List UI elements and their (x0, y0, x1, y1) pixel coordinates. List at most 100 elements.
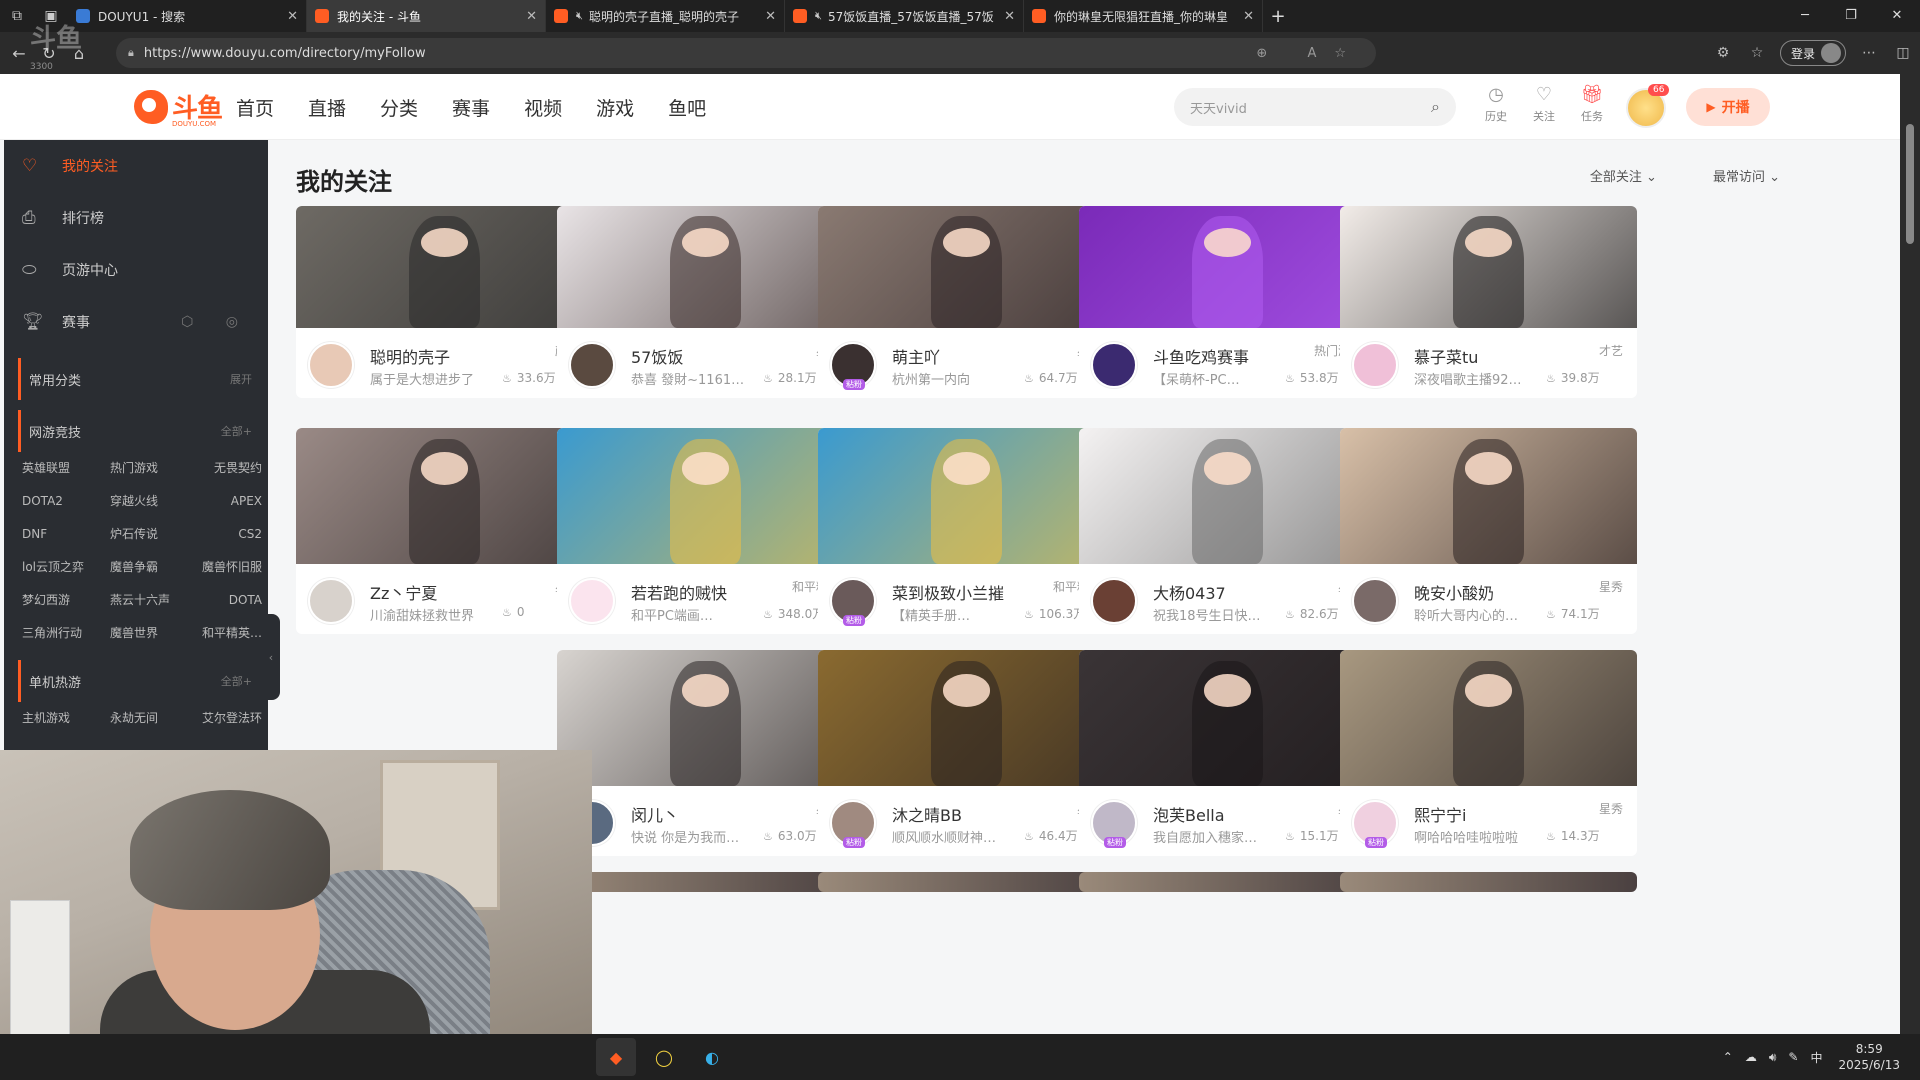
streamer-avatar[interactable] (1091, 342, 1137, 388)
filter-sort[interactable]: 最常访问 ⌄ (1685, 166, 1780, 185)
streamer-avatar[interactable] (569, 578, 615, 624)
streamer-avatar[interactable] (308, 578, 354, 624)
category-link[interactable]: 魔兽怀旧服 (186, 551, 262, 584)
streamer-name[interactable]: 熙宁宁i (1414, 802, 1466, 826)
stream-thumbnail[interactable] (296, 206, 593, 328)
category-link[interactable]: 三角洲行动 (22, 617, 110, 650)
close-tab-icon[interactable]: ✕ (526, 9, 537, 24)
category-link[interactable]: 永劫无间 (110, 702, 186, 735)
ring-app-icon[interactable]: ◯ (644, 1038, 684, 1076)
more-menu-icon[interactable]: ⋯ (1852, 45, 1886, 61)
profile-login-button[interactable]: 登录 (1779, 40, 1846, 66)
streamer-name[interactable]: 57饭饭 (631, 344, 683, 368)
streamer-name[interactable]: 沐之晴BB (892, 802, 962, 826)
category-link[interactable]: DNF (22, 518, 110, 551)
stream-thumbnail[interactable] (818, 206, 1115, 328)
stream-thumbnail[interactable] (818, 650, 1115, 786)
douyu-logo[interactable]: 斗鱼 DOUYU.COM (134, 88, 223, 128)
category-link[interactable]: 艾尔登法环 (186, 702, 262, 735)
streamer-name[interactable]: 慕子菜tu (1414, 344, 1478, 368)
douyu-app-icon[interactable]: ◆ (596, 1038, 636, 1076)
streamer-avatar[interactable] (308, 342, 354, 388)
close-tab-icon[interactable]: ✕ (1004, 9, 1015, 24)
header-history-button[interactable]: ◷ 历史 (1472, 84, 1520, 124)
browser-tab[interactable]: 你的琳皇无限猖狂直播_你的琳皇 ✕ (1024, 0, 1263, 32)
stream-card-partial[interactable] (818, 872, 1115, 892)
menu-item[interactable]: 视频 (524, 94, 562, 121)
minimize-button[interactable]: ─ (1782, 0, 1828, 32)
streamer-name[interactable]: 聪明的壳子 (370, 344, 450, 368)
streamer-name[interactable]: 若若跑的贼快 (631, 580, 727, 604)
url-bar[interactable]: 🔒︎ https://www.douyu.com/directory/myFol… (116, 38, 1376, 68)
close-tab-icon[interactable]: ✕ (287, 9, 298, 24)
pen-icon[interactable]: ✎ (1788, 1050, 1798, 1064)
streamer-name[interactable]: 晚安小酸奶 (1414, 580, 1494, 604)
category-link[interactable]: DOTA2 (22, 485, 110, 518)
stream-card[interactable]: 聪明的壳子颜值属于是大想进步了♨33.6万 (296, 206, 593, 398)
stream-card[interactable]: 慕子菜tu 才艺 深夜唱歌主播92… ♨ 39.8万 (1340, 206, 1637, 398)
sidebar-section-more[interactable]: 展开 (230, 371, 252, 387)
streamer-name[interactable]: 闵儿丶 (631, 802, 679, 826)
close-tab-icon[interactable]: ✕ (1243, 9, 1254, 24)
workspaces-icon[interactable]: ⧉ (0, 0, 34, 32)
muted-speaker-icon[interactable]: 🔇︎ (815, 9, 822, 23)
streamer-name[interactable]: 斗鱼吃鸡赛事 (1153, 344, 1249, 368)
restore-button[interactable]: ❐ (1828, 0, 1874, 32)
streamer-avatar[interactable] (830, 800, 876, 848)
streamer-avatar[interactable] (1352, 578, 1398, 624)
category-link[interactable]: DOTA (186, 584, 262, 617)
search-input[interactable]: 天天vivid (1190, 98, 1247, 117)
stream-card[interactable]: 泡芙Bella星秀我自愿加入穗家…♨15.1万 (1079, 650, 1376, 856)
filter-all-follows[interactable]: 全部关注 ⌄ (1562, 166, 1657, 185)
stream-card[interactable]: 晚安小酸奶 星秀 聆听大哥内心的… ♨ 74.1万 (1340, 428, 1637, 634)
streamer-name[interactable]: 泡芙Bella (1153, 802, 1225, 826)
stream-card[interactable]: 斗鱼吃鸡赛事 热门游戏 【呆萌杯-PC… ♨ 53.8万 (1079, 206, 1376, 398)
category-link[interactable]: 主机游戏 (22, 702, 110, 735)
streamer-avatar[interactable] (1352, 342, 1398, 388)
browser-tab[interactable]: 🔇︎ 57饭饭直播_57饭饭直播_57饭 ✕ (785, 0, 1024, 32)
category-link[interactable]: 燕云十六声 (110, 584, 186, 617)
tray-chevron-icon[interactable]: ⌃ (1723, 1050, 1733, 1064)
stream-thumbnail[interactable] (1340, 206, 1637, 328)
category-link[interactable]: CS2 (186, 518, 262, 551)
stream-thumbnail[interactable] (557, 428, 854, 564)
streamer-avatar[interactable] (830, 342, 876, 390)
browser-tab[interactable]: DOUYU1 - 搜索 ✕ (68, 0, 307, 32)
browser-tab[interactable]: 🔇︎ 聪明的壳子直播_聪明的壳子 ✕ (546, 0, 785, 32)
search-icon[interactable]: ⌕ (1431, 97, 1440, 117)
category-link[interactable]: lol云顶之弈 (22, 551, 110, 584)
scrollbar-thumb[interactable] (1906, 124, 1914, 244)
volume-icon[interactable]: 🔊︎ (1769, 1050, 1777, 1065)
stream-card[interactable]: Zz丶宁夏星秀川渝甜妹拯救世界♨0 (296, 428, 593, 634)
stream-card[interactable]: 萌主吖星秀杭州第一内向♨64.7万 (818, 206, 1115, 398)
stream-card[interactable]: 沐之晴BB星秀顺风顺水顺财神…♨46.4万 (818, 650, 1115, 856)
streamer-avatar[interactable] (1352, 800, 1398, 848)
menu-item[interactable]: 赛事 (452, 94, 490, 121)
page-scrollbar[interactable] (1900, 74, 1920, 1034)
streamer-avatar[interactable] (830, 578, 876, 626)
category-link[interactable]: 炉石传说 (110, 518, 186, 551)
edge-browser-icon[interactable]: ◐ (692, 1038, 732, 1076)
category-link[interactable]: 梦幻西游 (22, 584, 110, 617)
stream-thumbnail[interactable] (557, 650, 854, 786)
streamer-name[interactable]: Zz丶宁夏 (370, 580, 437, 604)
category-link[interactable]: 和平精英… (186, 617, 262, 650)
category-link[interactable]: 魔兽世界 (110, 617, 186, 650)
browser-tab[interactable]: 我的关注 - 斗鱼 ✕ (307, 0, 546, 32)
streamer-name[interactable]: 萌主吖 (892, 344, 940, 368)
stream-thumbnail[interactable] (1340, 650, 1637, 786)
muted-speaker-icon[interactable]: 🔇︎ (576, 9, 583, 23)
sidebar-section-more[interactable]: 全部+ (221, 673, 252, 689)
stream-category[interactable]: 才艺 (1599, 342, 1623, 359)
stream-card[interactable]: 若若跑的贼快 和平精英 和平PC端画… ♨ 348.0万 (557, 428, 854, 634)
category-link[interactable]: 无畏契约 (186, 452, 262, 485)
category-link[interactable]: 热门游戏 (110, 452, 186, 485)
close-tab-icon[interactable]: ✕ (765, 9, 776, 24)
url-action-icons[interactable]: ⊕ A☆ (1256, 46, 1364, 61)
search-box[interactable]: 天天vivid ⌕ (1174, 88, 1456, 126)
stream-card-partial[interactable] (557, 872, 854, 892)
stream-card[interactable]: 57饭饭星秀恭喜 發財~1161…♨28.1万 (557, 206, 854, 398)
stream-card-partial[interactable] (1340, 872, 1637, 892)
streamer-avatar[interactable] (1091, 800, 1137, 848)
new-tab-button[interactable]: + (1263, 6, 1293, 27)
